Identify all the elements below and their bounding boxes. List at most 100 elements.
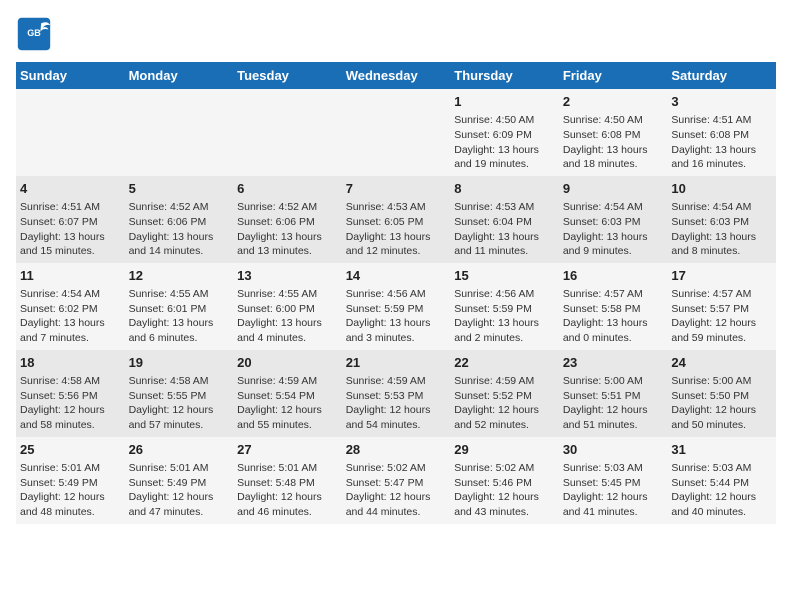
- cell-content: Sunrise: 4:52 AM: [237, 200, 338, 215]
- cell-content: and 11 minutes.: [454, 244, 555, 259]
- cell-content: Sunset: 6:05 PM: [346, 215, 447, 230]
- cell-content: Daylight: 13 hours: [20, 230, 121, 245]
- cell-content: Sunrise: 4:59 AM: [346, 374, 447, 389]
- day-number: 20: [237, 354, 338, 372]
- day-number: 11: [20, 267, 121, 285]
- cell-content: Sunrise: 4:57 AM: [671, 287, 772, 302]
- cell-content: and 14 minutes.: [129, 244, 230, 259]
- day-number: 30: [563, 441, 664, 459]
- calendar-cell: 26Sunrise: 5:01 AMSunset: 5:49 PMDayligh…: [125, 437, 234, 524]
- cell-content: Sunrise: 5:03 AM: [671, 461, 772, 476]
- cell-content: Sunset: 6:03 PM: [563, 215, 664, 230]
- cell-content: and 15 minutes.: [20, 244, 121, 259]
- day-number: 7: [346, 180, 447, 198]
- cell-content: and 43 minutes.: [454, 505, 555, 520]
- day-number: 12: [129, 267, 230, 285]
- day-number: 10: [671, 180, 772, 198]
- cell-content: Daylight: 13 hours: [563, 143, 664, 158]
- cell-content: and 55 minutes.: [237, 418, 338, 433]
- logo: GB: [16, 16, 56, 52]
- calendar-cell: 13Sunrise: 4:55 AMSunset: 6:00 PMDayligh…: [233, 263, 342, 350]
- cell-content: and 46 minutes.: [237, 505, 338, 520]
- cell-content: and 12 minutes.: [346, 244, 447, 259]
- cell-content: Sunset: 6:06 PM: [129, 215, 230, 230]
- day-number: 18: [20, 354, 121, 372]
- cell-content: Sunrise: 4:55 AM: [237, 287, 338, 302]
- cell-content: and 4 minutes.: [237, 331, 338, 346]
- cell-content: and 50 minutes.: [671, 418, 772, 433]
- cell-content: Daylight: 12 hours: [129, 403, 230, 418]
- cell-content: and 57 minutes.: [129, 418, 230, 433]
- cell-content: Sunset: 6:02 PM: [20, 302, 121, 317]
- cell-content: Sunset: 5:47 PM: [346, 476, 447, 491]
- cell-content: Sunset: 5:49 PM: [129, 476, 230, 491]
- cell-content: Daylight: 12 hours: [454, 403, 555, 418]
- cell-content: Sunset: 5:55 PM: [129, 389, 230, 404]
- cell-content: Sunset: 5:48 PM: [237, 476, 338, 491]
- day-number: 13: [237, 267, 338, 285]
- calendar-cell: 20Sunrise: 4:59 AMSunset: 5:54 PMDayligh…: [233, 350, 342, 437]
- logo-icon: GB: [16, 16, 52, 52]
- cell-content: Sunset: 5:52 PM: [454, 389, 555, 404]
- cell-content: Sunrise: 4:50 AM: [563, 113, 664, 128]
- cell-content: Sunrise: 5:02 AM: [454, 461, 555, 476]
- cell-content: Daylight: 13 hours: [129, 316, 230, 331]
- calendar-cell: [233, 89, 342, 176]
- day-number: 19: [129, 354, 230, 372]
- calendar-cell: 3Sunrise: 4:51 AMSunset: 6:08 PMDaylight…: [667, 89, 776, 176]
- cell-content: Sunrise: 4:57 AM: [563, 287, 664, 302]
- cell-content: and 9 minutes.: [563, 244, 664, 259]
- day-number: 29: [454, 441, 555, 459]
- cell-content: Sunset: 6:08 PM: [563, 128, 664, 143]
- day-header-tuesday: Tuesday: [233, 62, 342, 89]
- header: GB: [16, 16, 776, 52]
- cell-content: Daylight: 13 hours: [671, 143, 772, 158]
- cell-content: Sunset: 5:49 PM: [20, 476, 121, 491]
- cell-content: and 54 minutes.: [346, 418, 447, 433]
- calendar-cell: 24Sunrise: 5:00 AMSunset: 5:50 PMDayligh…: [667, 350, 776, 437]
- cell-content: and 44 minutes.: [346, 505, 447, 520]
- cell-content: Daylight: 13 hours: [671, 230, 772, 245]
- cell-content: Sunset: 5:51 PM: [563, 389, 664, 404]
- cell-content: and 6 minutes.: [129, 331, 230, 346]
- day-number: 21: [346, 354, 447, 372]
- day-number: 27: [237, 441, 338, 459]
- svg-text:GB: GB: [27, 28, 41, 38]
- day-header-saturday: Saturday: [667, 62, 776, 89]
- cell-content: Sunrise: 4:58 AM: [129, 374, 230, 389]
- cell-content: and 13 minutes.: [237, 244, 338, 259]
- calendar-cell: 25Sunrise: 5:01 AMSunset: 5:49 PMDayligh…: [16, 437, 125, 524]
- day-number: 4: [20, 180, 121, 198]
- day-number: 15: [454, 267, 555, 285]
- calendar-cell: 1Sunrise: 4:50 AMSunset: 6:09 PMDaylight…: [450, 89, 559, 176]
- cell-content: and 18 minutes.: [563, 157, 664, 172]
- cell-content: Daylight: 13 hours: [346, 316, 447, 331]
- cell-content: Sunset: 5:53 PM: [346, 389, 447, 404]
- day-number: 31: [671, 441, 772, 459]
- cell-content: and 58 minutes.: [20, 418, 121, 433]
- cell-content: Sunset: 5:59 PM: [454, 302, 555, 317]
- day-header-wednesday: Wednesday: [342, 62, 451, 89]
- cell-content: Sunrise: 4:52 AM: [129, 200, 230, 215]
- days-header-row: SundayMondayTuesdayWednesdayThursdayFrid…: [16, 62, 776, 89]
- cell-content: Sunset: 6:06 PM: [237, 215, 338, 230]
- calendar-cell: 8Sunrise: 4:53 AMSunset: 6:04 PMDaylight…: [450, 176, 559, 263]
- cell-content: Daylight: 13 hours: [20, 316, 121, 331]
- cell-content: Sunrise: 4:51 AM: [671, 113, 772, 128]
- cell-content: and 7 minutes.: [20, 331, 121, 346]
- cell-content: Daylight: 12 hours: [346, 403, 447, 418]
- day-number: 5: [129, 180, 230, 198]
- cell-content: Sunrise: 4:50 AM: [454, 113, 555, 128]
- cell-content: Sunset: 5:59 PM: [346, 302, 447, 317]
- cell-content: Sunrise: 5:03 AM: [563, 461, 664, 476]
- calendar-cell: 28Sunrise: 5:02 AMSunset: 5:47 PMDayligh…: [342, 437, 451, 524]
- day-header-friday: Friday: [559, 62, 668, 89]
- week-row-2: 4Sunrise: 4:51 AMSunset: 6:07 PMDaylight…: [16, 176, 776, 263]
- cell-content: Sunrise: 4:56 AM: [346, 287, 447, 302]
- cell-content: Sunrise: 4:58 AM: [20, 374, 121, 389]
- cell-content: Sunrise: 5:00 AM: [563, 374, 664, 389]
- day-number: 8: [454, 180, 555, 198]
- cell-content: and 19 minutes.: [454, 157, 555, 172]
- week-row-5: 25Sunrise: 5:01 AMSunset: 5:49 PMDayligh…: [16, 437, 776, 524]
- cell-content: Daylight: 12 hours: [671, 403, 772, 418]
